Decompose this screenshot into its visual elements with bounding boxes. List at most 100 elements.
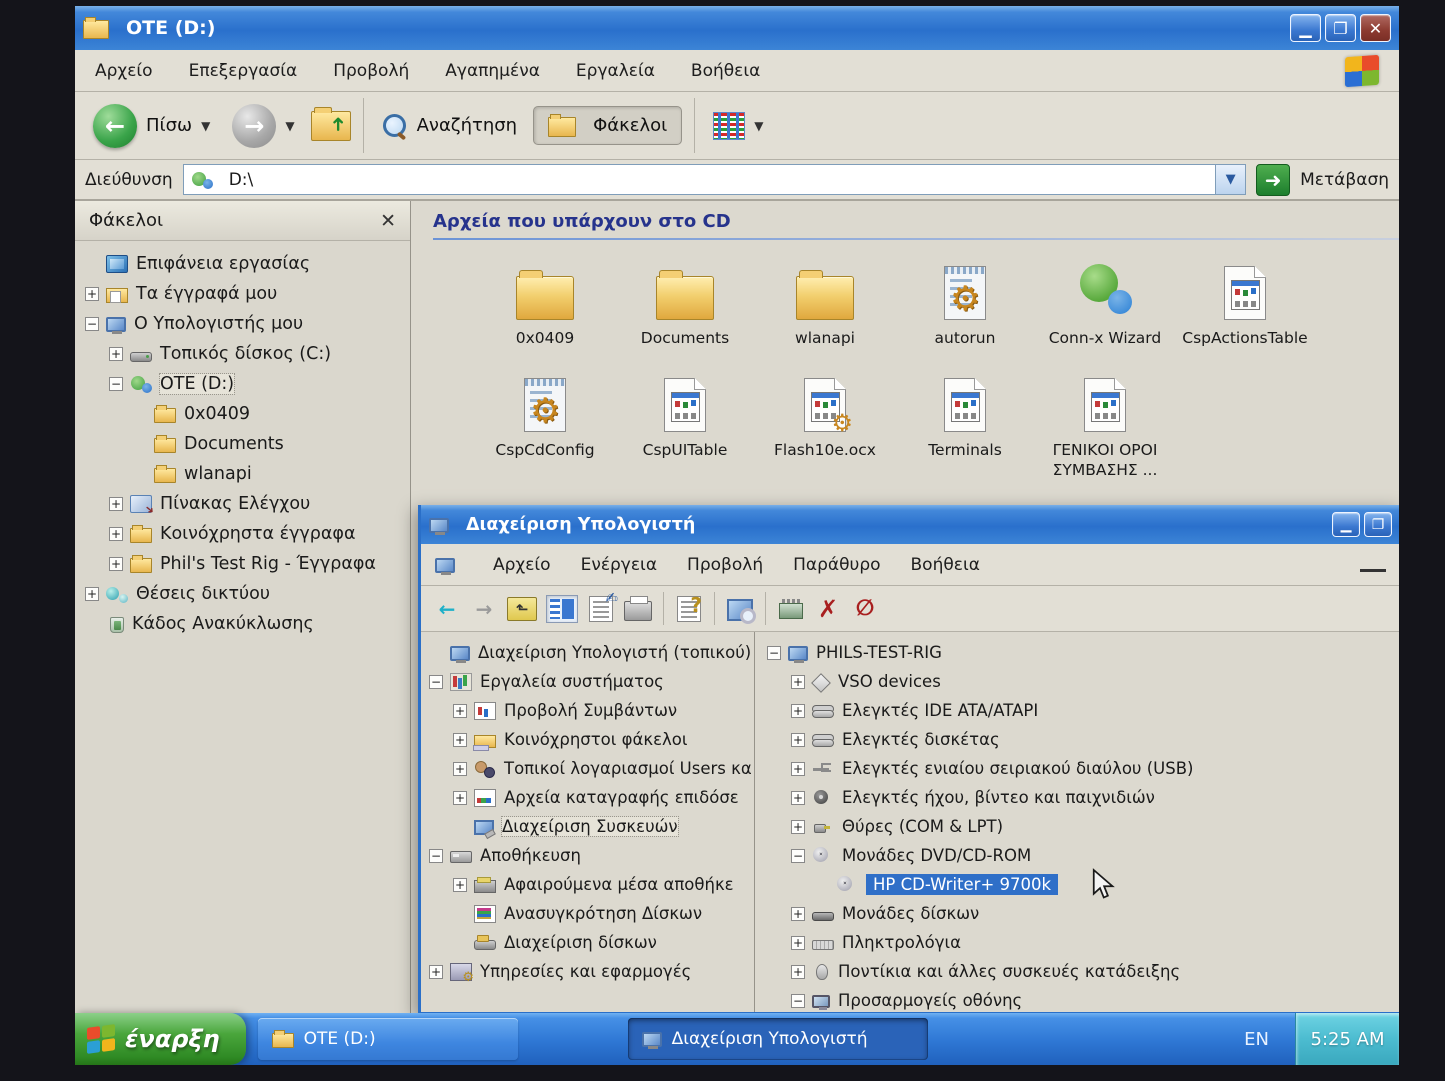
forward-button[interactable]: → ▼	[226, 97, 300, 155]
collapse-icon[interactable]	[791, 994, 805, 1008]
update-driver-button[interactable]	[777, 595, 805, 623]
expand-icon[interactable]	[109, 557, 123, 571]
tree-item-phils-test-rig[interactable]: PHILS-TEST-RIG	[763, 638, 1399, 667]
minimize-button[interactable]: ▁	[1290, 14, 1321, 42]
tree-item-floppy-controllers[interactable]: Ελεγκτές δισκέτας	[763, 725, 1399, 754]
expand-icon[interactable]	[85, 287, 99, 301]
expand-icon[interactable]	[453, 704, 467, 718]
menu-favorites[interactable]: Αγαπημένα	[445, 61, 540, 81]
tree-item-usb-controllers[interactable]: Ελεγκτές ενιαίου σειριακού διαύλου (USB)	[763, 754, 1399, 783]
tree-item-computer-management[interactable]: Διαχείριση Υπολογιστή (τοπικού)	[425, 638, 754, 667]
tree-item-hp-cd-writer[interactable]: HP CD-Writer+ 9700k	[763, 870, 1399, 899]
back-button[interactable]: ←	[433, 595, 461, 623]
tree-item-dvd-cdrom-drives[interactable]: Μονάδες DVD/CD-ROM	[763, 841, 1399, 870]
tree-item-local-users[interactable]: Τοπικοί λογαριασμοί Users κα	[425, 754, 754, 783]
tree-item-desktop[interactable]: Επιφάνεια εργασίας	[81, 249, 410, 279]
forward-button[interactable]: →	[470, 595, 498, 623]
address-input[interactable]: D:\ ▼	[183, 164, 1246, 195]
restore-button[interactable]: ❐	[1364, 512, 1392, 537]
expand-icon[interactable]	[791, 907, 805, 921]
child-minimize-icon[interactable]	[1360, 558, 1386, 572]
properties-button[interactable]	[587, 595, 615, 623]
menu-file[interactable]: Αρχείο	[95, 61, 153, 81]
tree-item-network-places[interactable]: Θέσεις δικτύου	[81, 579, 410, 609]
expand-icon[interactable]	[429, 965, 443, 979]
menu-view[interactable]: Προβολή	[687, 555, 763, 575]
tree-item-my-documents[interactable]: Τα έγγραφά μου	[81, 279, 410, 309]
expand-icon[interactable]	[791, 820, 805, 834]
tree-item-phils-documents[interactable]: Phil's Test Rig - Έγγραφα	[81, 549, 410, 579]
tree-item-local-disk-c[interactable]: Τοπικός δίσκος (C:)	[81, 339, 410, 369]
file-item[interactable]: CspCdConfig	[477, 374, 613, 480]
tree-item-0x0409[interactable]: 0x0409	[81, 399, 410, 429]
expand-icon[interactable]	[109, 347, 123, 361]
collapse-icon[interactable]	[767, 646, 781, 660]
show-console-tree-button[interactable]	[546, 595, 578, 623]
explorer-titlebar[interactable]: OTE (D:) ▁ ❐ ✕	[75, 6, 1399, 50]
folders-button[interactable]: Φάκελοι	[533, 106, 682, 145]
expand-icon[interactable]	[791, 675, 805, 689]
print-button[interactable]	[624, 595, 652, 623]
taskbar-button-ote[interactable]: OTE (D:)	[258, 1018, 518, 1060]
menu-edit[interactable]: Επεξεργασία	[189, 61, 298, 81]
file-item[interactable]: wlanapi	[757, 262, 893, 348]
views-button[interactable]: ▼	[707, 105, 769, 147]
expand-icon[interactable]	[791, 704, 805, 718]
menu-tools[interactable]: Εργαλεία	[576, 61, 655, 81]
file-item[interactable]: ΓΕΝΙΚΟΙ ΟΡΟΙ ΣΥΜΒΑΣΗΣ ...	[1037, 374, 1173, 480]
menu-file[interactable]: Αρχείο	[493, 555, 551, 575]
tree-item-wlanapi[interactable]: wlanapi	[81, 459, 410, 489]
search-button[interactable]: Αναζήτηση	[376, 106, 524, 146]
tree-item-sound-controllers[interactable]: Ελεγκτές ήχου, βίντεο και παιχνιδιών	[763, 783, 1399, 812]
collapse-icon[interactable]	[429, 849, 443, 863]
back-dropdown-icon[interactable]: ▼	[201, 119, 210, 133]
views-dropdown-icon[interactable]: ▼	[754, 119, 763, 133]
expand-icon[interactable]	[791, 965, 805, 979]
disable-device-button[interactable]: ∅	[851, 595, 879, 623]
go-button[interactable]: ➜	[1256, 164, 1290, 196]
expand-icon[interactable]	[109, 497, 123, 511]
collapse-icon[interactable]	[429, 675, 443, 689]
tree-item-display-adapters[interactable]: Προσαρμογείς οθόνης	[763, 986, 1399, 1012]
expand-icon[interactable]	[791, 936, 805, 950]
minimize-button[interactable]: ▁	[1332, 512, 1360, 537]
tree-item-performance-logs[interactable]: Αρχεία καταγραφής επιδόσε	[425, 783, 754, 812]
close-icon[interactable]: ✕	[380, 210, 396, 232]
uninstall-device-button[interactable]: ✗	[814, 595, 842, 623]
tree-item-shared-folders[interactable]: Κοινόχρηστοι φάκελοι	[425, 725, 754, 754]
menu-help[interactable]: Βοήθεια	[911, 555, 980, 575]
up-level-button[interactable]: ⬑	[507, 597, 537, 621]
file-item[interactable]: 0x0409	[477, 262, 613, 348]
system-clock[interactable]: 5:25 AM	[1295, 1013, 1399, 1065]
tree-item-ote-d[interactable]: OTE (D:)	[81, 369, 410, 399]
collapse-icon[interactable]	[791, 849, 805, 863]
taskbar-button-computer-management[interactable]: Διαχείριση Υπολογιστή	[628, 1018, 928, 1060]
collapse-icon[interactable]	[85, 317, 99, 331]
tree-item-system-tools[interactable]: Εργαλεία συστήματος	[425, 667, 754, 696]
tree-item-keyboards[interactable]: Πληκτρολόγια	[763, 928, 1399, 957]
file-item[interactable]: autorun	[897, 262, 1033, 348]
scan-hardware-button[interactable]	[726, 595, 754, 623]
file-item[interactable]: CspActionsTable	[1177, 262, 1313, 348]
tree-item-services-applications[interactable]: Υπηρεσίες και εφαρμογές	[425, 957, 754, 986]
tree-item-control-panel[interactable]: Πίνακας Ελέγχου	[81, 489, 410, 519]
tree-item-ports[interactable]: Θύρες (COM & LPT)	[763, 812, 1399, 841]
up-folder-button[interactable]	[311, 111, 351, 141]
forward-dropdown-icon[interactable]: ▼	[285, 119, 294, 133]
tree-item-recycle-bin[interactable]: Κάδος Ανακύκλωσης	[81, 609, 410, 639]
tree-item-disk-defragmenter[interactable]: Ανασυγκρότηση Δίσκων	[425, 899, 754, 928]
expand-icon[interactable]	[453, 733, 467, 747]
tree-item-my-computer[interactable]: Ο Υπολογιστής μου	[81, 309, 410, 339]
restore-button[interactable]: ❐	[1325, 14, 1356, 42]
file-item[interactable]: Flash10e.ocx	[757, 374, 893, 480]
file-item[interactable]: Documents	[617, 262, 753, 348]
tree-item-mice[interactable]: Ποντίκια και άλλες συσκευές κατάδειξης	[763, 957, 1399, 986]
tree-item-shared-documents[interactable]: Κοινόχρηστα έγγραφα	[81, 519, 410, 549]
tree-item-device-manager[interactable]: Διαχείριση Συσκευών	[425, 812, 754, 841]
address-dropdown-button[interactable]: ▼	[1215, 165, 1245, 194]
expand-icon[interactable]	[791, 733, 805, 747]
back-button[interactable]: ← Πίσω ▼	[87, 97, 216, 155]
expand-icon[interactable]	[453, 762, 467, 776]
tree-item-vso-devices[interactable]: VSO devices	[763, 667, 1399, 696]
file-item[interactable]: Conn-x Wizard	[1037, 262, 1173, 348]
